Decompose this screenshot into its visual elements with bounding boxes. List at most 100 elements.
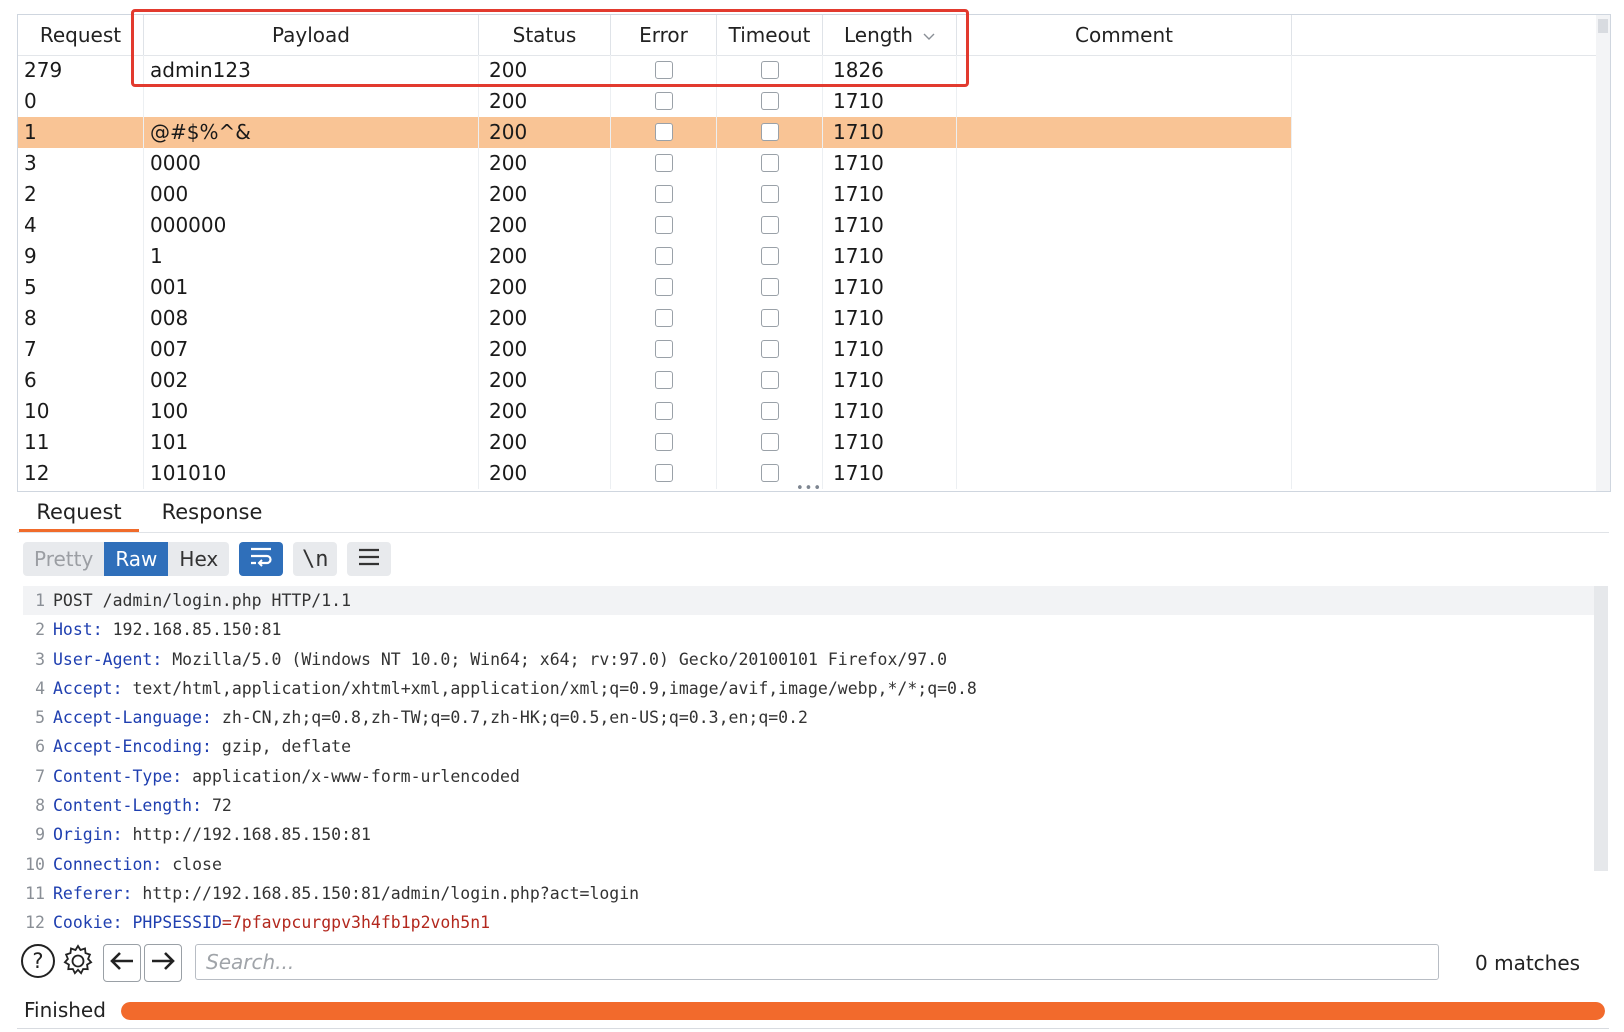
- tab-response[interactable]: Response: [157, 492, 267, 532]
- scrollbar-thumb[interactable]: [1598, 19, 1608, 33]
- table-row[interactable]: 4 000000 200 1710: [18, 210, 1610, 241]
- table-row[interactable]: 11 101 200 1710: [18, 427, 1610, 458]
- status-cell: 200: [479, 303, 611, 334]
- timeout-checkbox[interactable]: [760, 464, 779, 482]
- timeout-checkbox[interactable]: [760, 185, 779, 203]
- column-header-status[interactable]: Status: [479, 15, 611, 55]
- error-checkbox[interactable]: [654, 309, 673, 327]
- error-cell: [611, 303, 717, 334]
- timeout-checkbox[interactable]: [760, 61, 779, 79]
- chevron-down-icon[interactable]: [923, 17, 935, 57]
- error-checkbox[interactable]: [654, 185, 673, 203]
- timeout-checkbox[interactable]: [760, 216, 779, 234]
- editor-line: 6 Accept-Encoding: gzip, deflate: [23, 732, 1595, 761]
- timeout-checkbox[interactable]: [760, 247, 779, 265]
- table-row[interactable]: 2 000 200 1710: [18, 179, 1610, 210]
- error-cell: [611, 55, 717, 86]
- menu-button[interactable]: [347, 542, 392, 576]
- timeout-cell: [717, 179, 823, 210]
- comment-cell: [957, 241, 1292, 272]
- hamburger-menu-icon: [358, 547, 380, 572]
- header-value: 192.168.85.150:81: [102, 620, 282, 640]
- error-checkbox[interactable]: [654, 247, 673, 265]
- error-checkbox[interactable]: [654, 464, 673, 482]
- line-number: 7: [35, 766, 45, 786]
- next-match-button[interactable]: [144, 944, 182, 982]
- request-cell: 3: [18, 148, 144, 179]
- column-header-timeout[interactable]: Timeout: [717, 15, 823, 55]
- error-checkbox[interactable]: [654, 154, 673, 172]
- table-row[interactable]: 5 001 200 1710: [18, 272, 1610, 303]
- settings-button[interactable]: [59, 944, 97, 982]
- timeout-checkbox[interactable]: [760, 433, 779, 451]
- line-number: 3: [35, 649, 45, 669]
- length-cell: 1710: [823, 86, 957, 117]
- error-checkbox[interactable]: [654, 340, 673, 358]
- error-checkbox[interactable]: [654, 92, 673, 110]
- row-cells: 2 000 200 1710: [18, 179, 1292, 210]
- arrow-right-icon: [150, 951, 176, 975]
- table-row[interactable]: 9 1 200 1710: [18, 241, 1610, 272]
- timeout-checkbox[interactable]: [760, 123, 779, 141]
- payload-cell: [144, 86, 479, 117]
- table-row[interactable]: 7 007 200 1710: [18, 334, 1610, 365]
- error-checkbox[interactable]: [654, 278, 673, 296]
- gear-icon: [60, 943, 96, 983]
- hex-button[interactable]: Hex: [168, 542, 230, 576]
- timeout-checkbox[interactable]: [760, 371, 779, 389]
- table-scrollbar[interactable]: [1596, 15, 1610, 491]
- timeout-checkbox[interactable]: [760, 278, 779, 296]
- error-checkbox[interactable]: [654, 61, 673, 79]
- timeout-checkbox[interactable]: [760, 154, 779, 172]
- table-row[interactable]: 6 002 200 1710: [18, 365, 1610, 396]
- error-checkbox[interactable]: [654, 433, 673, 451]
- raw-request-editor[interactable]: 1 POST /admin/login.php HTTP/1.1 2 Host: 19…: [23, 586, 1608, 934]
- word-wrap-button[interactable]: [239, 542, 284, 576]
- column-header-comment[interactable]: Comment: [957, 15, 1292, 55]
- table-row[interactable]: 8 008 200 1710: [18, 303, 1610, 334]
- timeout-checkbox[interactable]: [760, 309, 779, 327]
- request-cell: 4: [18, 210, 144, 241]
- header-name: Connection:: [53, 854, 163, 874]
- previous-match-button[interactable]: [103, 944, 141, 982]
- error-checkbox[interactable]: [654, 371, 673, 389]
- comment-cell: [957, 148, 1292, 179]
- table-row[interactable]: 279 admin123 200 1826: [18, 55, 1610, 86]
- progress-fill: [121, 1002, 1605, 1020]
- header-value: Mozilla/5.0 (Windows NT 10.0; Win64; x64…: [162, 649, 948, 669]
- raw-button[interactable]: Raw: [104, 542, 169, 576]
- editor-scrollbar[interactable]: [1594, 586, 1608, 871]
- timeout-cell: [717, 396, 823, 427]
- table-row[interactable]: 3 0000 200 1710: [18, 148, 1610, 179]
- column-header-request[interactable]: Request: [18, 15, 144, 55]
- search-input[interactable]: [195, 944, 1439, 980]
- timeout-checkbox[interactable]: [760, 340, 779, 358]
- error-checkbox[interactable]: [654, 123, 673, 141]
- table-row[interactable]: 10 100 200 1710: [18, 396, 1610, 427]
- pretty-button[interactable]: Pretty: [23, 542, 105, 576]
- error-cell: [611, 179, 717, 210]
- show-newlines-button[interactable]: \n: [293, 542, 338, 576]
- error-checkbox[interactable]: [654, 216, 673, 234]
- column-header-length[interactable]: Length: [823, 15, 957, 55]
- timeout-checkbox[interactable]: [760, 402, 779, 420]
- header-name: Content-Length:: [53, 796, 203, 816]
- table-row[interactable]: 0 200 1710: [18, 86, 1610, 117]
- row-cells: 8 008 200 1710: [18, 303, 1292, 334]
- error-checkbox[interactable]: [654, 402, 673, 420]
- header-value: http://192.168.85.150:81/admin/login.php…: [132, 883, 640, 903]
- editor-lines: 1 POST /admin/login.php HTTP/1.1 2 Host: 19…: [23, 586, 1595, 938]
- row-cells: 3 0000 200 1710: [18, 148, 1292, 179]
- column-header-error[interactable]: Error: [611, 15, 717, 55]
- line-number: 12: [25, 913, 45, 933]
- tab-request[interactable]: Request: [19, 492, 139, 532]
- editor-line: 10 Connection: close: [23, 850, 1595, 879]
- message-tabs: Request Response: [17, 492, 1609, 533]
- status-cell: 200: [479, 396, 611, 427]
- payload-cell: 000000: [144, 210, 479, 241]
- help-button[interactable]: ?: [19, 944, 57, 982]
- timeout-checkbox[interactable]: [760, 92, 779, 110]
- table-row[interactable]: 1 @#$%^& 200 1710: [18, 117, 1610, 148]
- column-header-payload[interactable]: Payload: [144, 15, 479, 55]
- error-cell: [611, 148, 717, 179]
